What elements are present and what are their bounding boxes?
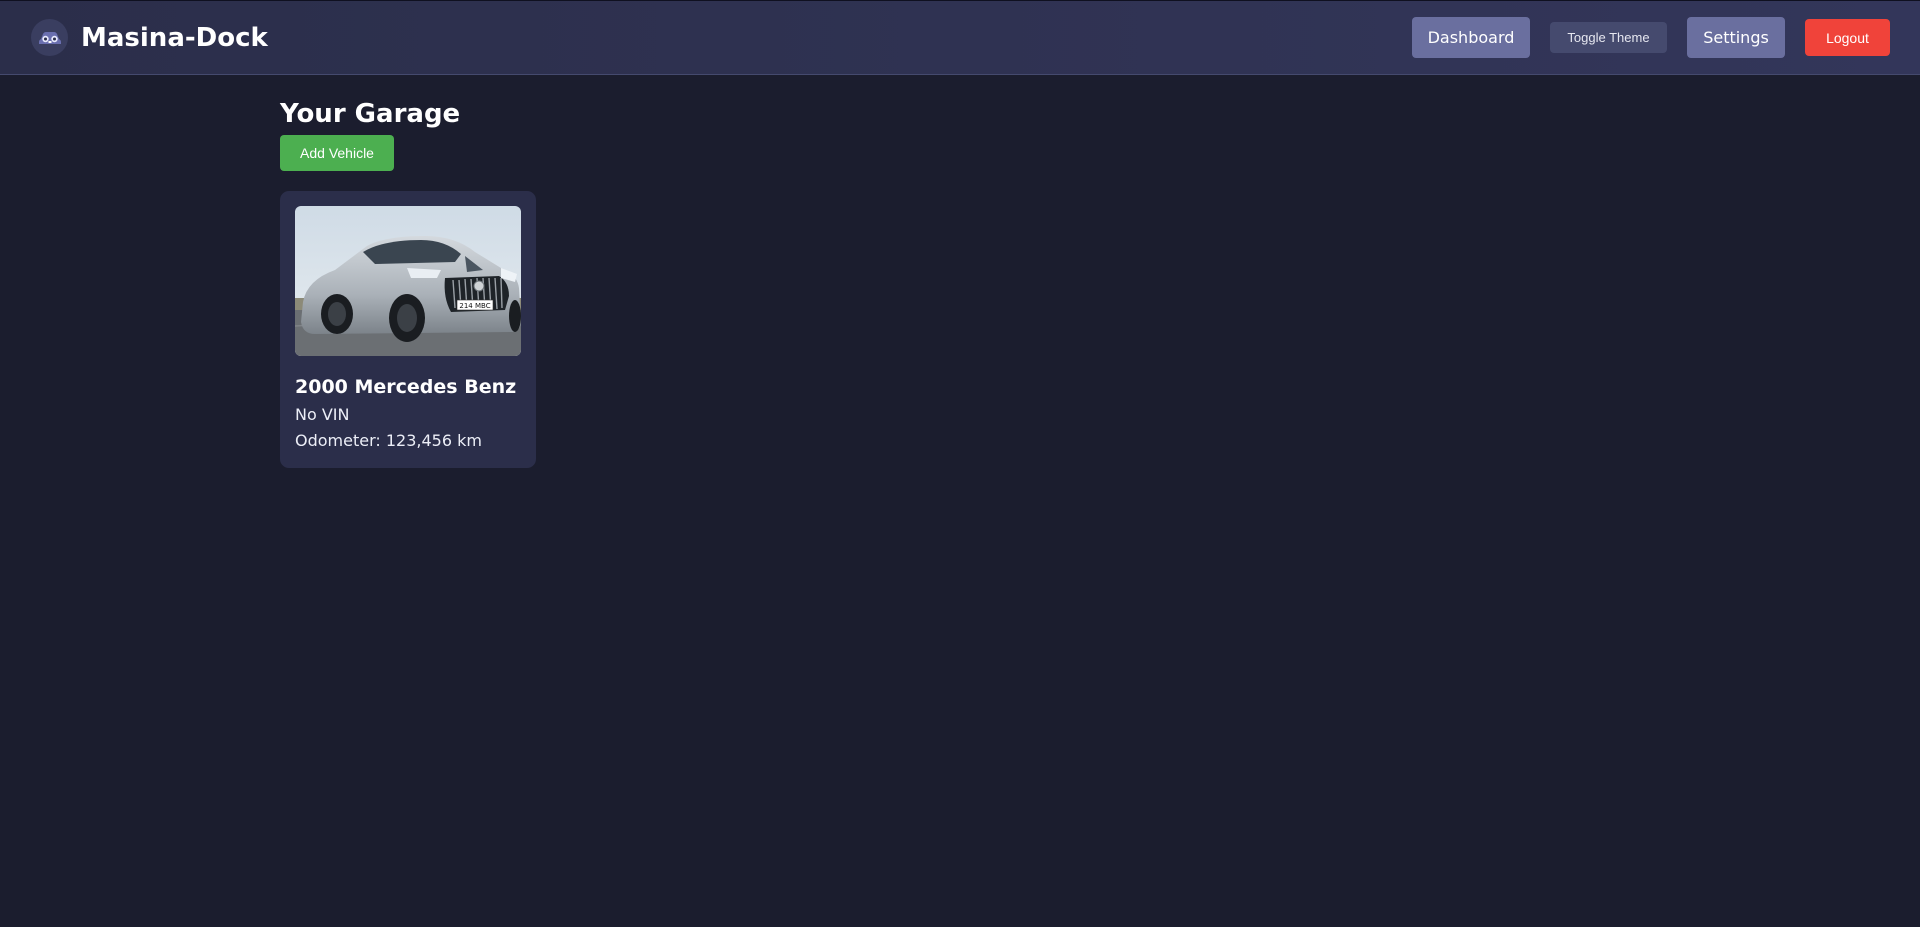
vehicle-title: 2000 Mercedes Benz bbox=[295, 376, 517, 398]
car-face-icon bbox=[31, 19, 68, 56]
svg-text:214 MBC: 214 MBC bbox=[459, 302, 490, 310]
vehicle-vin: No VIN bbox=[295, 405, 350, 424]
top-navbar: Masina-Dock Dashboard Toggle Theme Setti… bbox=[0, 0, 1920, 75]
toggle-theme-button[interactable]: Toggle Theme bbox=[1550, 22, 1667, 53]
vehicle-odometer: Odometer: 123,456 km bbox=[295, 431, 482, 450]
brand[interactable]: Masina-Dock bbox=[31, 19, 268, 56]
silver-sedan-photo: 214 MBC bbox=[295, 206, 521, 356]
add-vehicle-button[interactable]: Add Vehicle bbox=[280, 135, 394, 171]
app-title: Masina-Dock bbox=[81, 22, 268, 53]
vehicle-card[interactable]: 214 MBC 2000 Mercedes Benz No VIN Odomet… bbox=[280, 191, 536, 468]
logout-button[interactable]: Logout bbox=[1805, 19, 1890, 56]
dashboard-button[interactable]: Dashboard bbox=[1412, 17, 1530, 58]
settings-button[interactable]: Settings bbox=[1687, 17, 1785, 58]
page-title: Your Garage bbox=[280, 99, 461, 129]
